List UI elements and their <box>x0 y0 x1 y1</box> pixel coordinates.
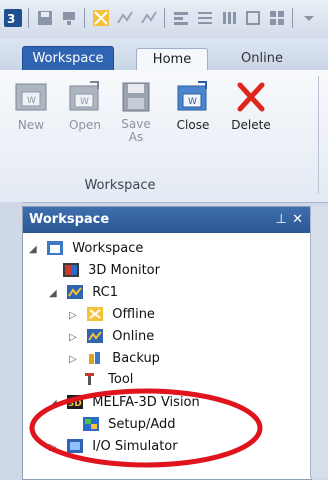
panel-title-bar: Workspace ⊥ ✕ <box>23 207 311 233</box>
tab-home[interactable]: Home <box>136 48 208 71</box>
ribbon-tabs: Workspace Home Online <box>0 38 328 71</box>
tree-node-label: Tool <box>108 372 134 387</box>
tree-node-label: Workspace <box>72 241 144 256</box>
new-button-label: New <box>17 118 45 132</box>
toolbar-separator <box>164 8 165 28</box>
tree-node-offline[interactable]: ▷ Offline <box>69 305 155 325</box>
document-area-edge <box>310 206 328 478</box>
tab-online[interactable]: Online <box>222 48 302 70</box>
open-button[interactable]: W Open <box>60 80 110 132</box>
collapse-arrow-icon[interactable]: ◢ <box>49 394 63 414</box>
new-workspace-icon: W <box>14 80 48 114</box>
close-button-label: Close <box>176 118 210 132</box>
save-as-button[interactable]: Save As <box>112 80 160 144</box>
delete-button-label: Delete <box>231 118 271 132</box>
save-as-button-label: Save As <box>121 117 151 144</box>
network-icon[interactable] <box>60 9 78 27</box>
collapse-arrow-icon[interactable]: ◢ <box>49 284 63 304</box>
expand-arrow-icon[interactable]: ▷ <box>49 438 63 458</box>
workspace-icon <box>47 240 64 255</box>
columns-icon[interactable] <box>220 9 238 27</box>
setup-add-icon <box>83 416 99 431</box>
quick-access-toolbar: 3 <box>0 0 328 38</box>
panel-title: Workspace <box>29 212 110 227</box>
layout-icon[interactable] <box>172 9 190 27</box>
ribbon: W New W Open Save As W Close Delete Work… <box>0 70 328 203</box>
tree-node-label: Online <box>112 329 155 344</box>
monitor-toolbar-icon[interactable] <box>140 9 158 27</box>
tree-node-backup[interactable]: ▷ Backup <box>69 349 160 369</box>
ribbon-group-label: Workspace <box>84 178 156 193</box>
expand-arrow-icon[interactable]: ▷ <box>69 328 83 348</box>
close-button[interactable]: W Close <box>168 80 218 132</box>
close-panel-icon[interactable]: ✕ <box>292 207 303 233</box>
offline-icon <box>87 306 104 321</box>
tree-node-online[interactable]: ▷ Online <box>69 327 154 347</box>
offline-toolbar-icon[interactable] <box>92 9 110 27</box>
expand-arrow-icon[interactable]: ▷ <box>69 350 83 370</box>
collapse-arrow-icon[interactable]: ◢ <box>29 240 43 260</box>
delete-button[interactable]: Delete <box>226 80 276 132</box>
toolbar-separator <box>292 8 293 28</box>
tab-workspace[interactable]: Workspace <box>22 46 114 71</box>
tree-node-label: Setup/Add <box>108 417 176 432</box>
window-icon[interactable] <box>244 9 262 27</box>
save-as-icon <box>119 80 153 114</box>
svg-text:W: W <box>27 96 36 106</box>
delete-x-icon <box>234 80 268 114</box>
app-icon[interactable]: 3 <box>4 9 22 27</box>
3d-vision-icon: 3D <box>67 394 84 409</box>
tree-node-setup-add[interactable]: Setup/Add <box>83 415 176 435</box>
workspace-panel: Workspace ⊥ ✕ ◢ Workspace 3D Monitor ◢ R… <box>22 206 312 480</box>
toolbar-separator <box>84 8 85 28</box>
svg-text:3D: 3D <box>68 399 82 409</box>
left-margin <box>0 202 22 478</box>
tree-node-3d-monitor[interactable]: 3D Monitor <box>63 261 160 281</box>
svg-text:W: W <box>188 97 197 107</box>
grid-icon[interactable] <box>268 9 286 27</box>
tree-node-label: Backup <box>112 351 160 366</box>
open-workspace-icon: W <box>68 80 102 114</box>
ribbon-group-separator <box>318 76 319 194</box>
tree-node-label: 3D Monitor <box>88 263 160 278</box>
tree-node-label: Offline <box>112 307 155 322</box>
tree-node-workspace[interactable]: ◢ Workspace <box>29 239 143 259</box>
tree-node-label: I/O Simulator <box>92 439 178 454</box>
tree-node-melfa-3d-vision[interactable]: ◢ 3D MELFA-3D Vision <box>49 393 200 413</box>
tree-node-io-simulator[interactable]: ▷ I/O Simulator <box>49 437 178 457</box>
toolbar-separator <box>28 8 29 28</box>
tree-node-label: RC1 <box>92 285 119 300</box>
online-toolbar-icon[interactable] <box>116 9 134 27</box>
svg-text:3: 3 <box>7 12 15 26</box>
close-workspace-icon: W <box>176 80 210 114</box>
3d-monitor-icon <box>63 262 79 277</box>
tree-node-tool[interactable]: Tool <box>83 370 133 390</box>
list-icon[interactable] <box>196 9 214 27</box>
io-simulator-icon <box>67 438 84 453</box>
new-button[interactable]: W New <box>6 80 56 132</box>
tool-icon <box>83 372 99 386</box>
backup-icon <box>87 351 103 365</box>
open-button-label: Open <box>68 118 102 132</box>
pin-icon[interactable]: ⊥ <box>276 207 287 233</box>
tree-node-label: MELFA-3D Vision <box>92 395 200 410</box>
svg-text:W: W <box>80 97 89 107</box>
rc-icon <box>67 284 84 299</box>
expand-arrow-icon[interactable]: ▷ <box>69 306 83 326</box>
save-icon[interactable] <box>36 9 54 27</box>
online-icon <box>87 328 104 343</box>
dropdown-icon[interactable] <box>300 9 318 27</box>
tree-node-rc1[interactable]: ◢ RC1 <box>49 283 118 303</box>
